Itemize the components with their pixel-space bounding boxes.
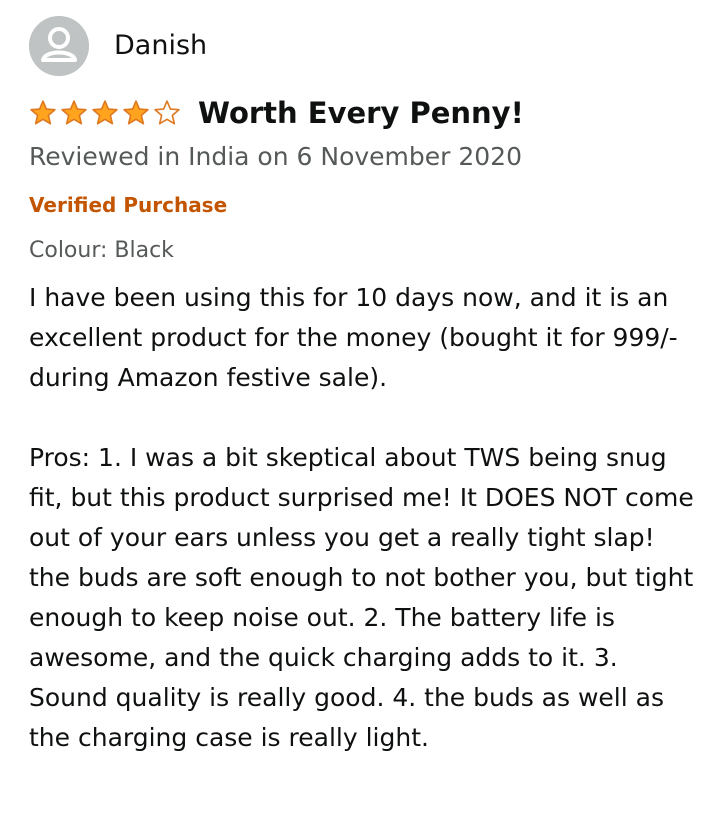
- review-paragraph: Pros: 1. I was a bit skeptical about TWS…: [29, 443, 694, 752]
- review-card: Danish Worth Every Penny! Reviewed in In…: [29, 16, 699, 758]
- star-filled-icon: [61, 100, 87, 125]
- review-body: I have been using this for 10 days now, …: [29, 278, 694, 758]
- avatar[interactable]: [29, 16, 89, 76]
- star-filled-icon: [92, 100, 118, 125]
- star-filled-icon: [123, 100, 149, 125]
- reviewer-name[interactable]: Danish: [114, 30, 207, 62]
- reviewer-profile[interactable]: Danish: [29, 16, 699, 76]
- review-header: Worth Every Penny!: [29, 95, 699, 131]
- review-date: Reviewed in India on 6 November 2020: [29, 142, 522, 171]
- star-rating[interactable]: [29, 99, 184, 127]
- star-empty-icon: [154, 100, 180, 125]
- product-variant: Colour: Black: [29, 238, 174, 263]
- verified-purchase-badge: Verified Purchase: [29, 193, 228, 217]
- user-silhouette-icon: [29, 16, 89, 76]
- star-filled-icon: [30, 100, 56, 125]
- review-paragraph: I have been using this for 10 days now, …: [29, 283, 678, 392]
- review-title[interactable]: Worth Every Penny!: [198, 95, 524, 131]
